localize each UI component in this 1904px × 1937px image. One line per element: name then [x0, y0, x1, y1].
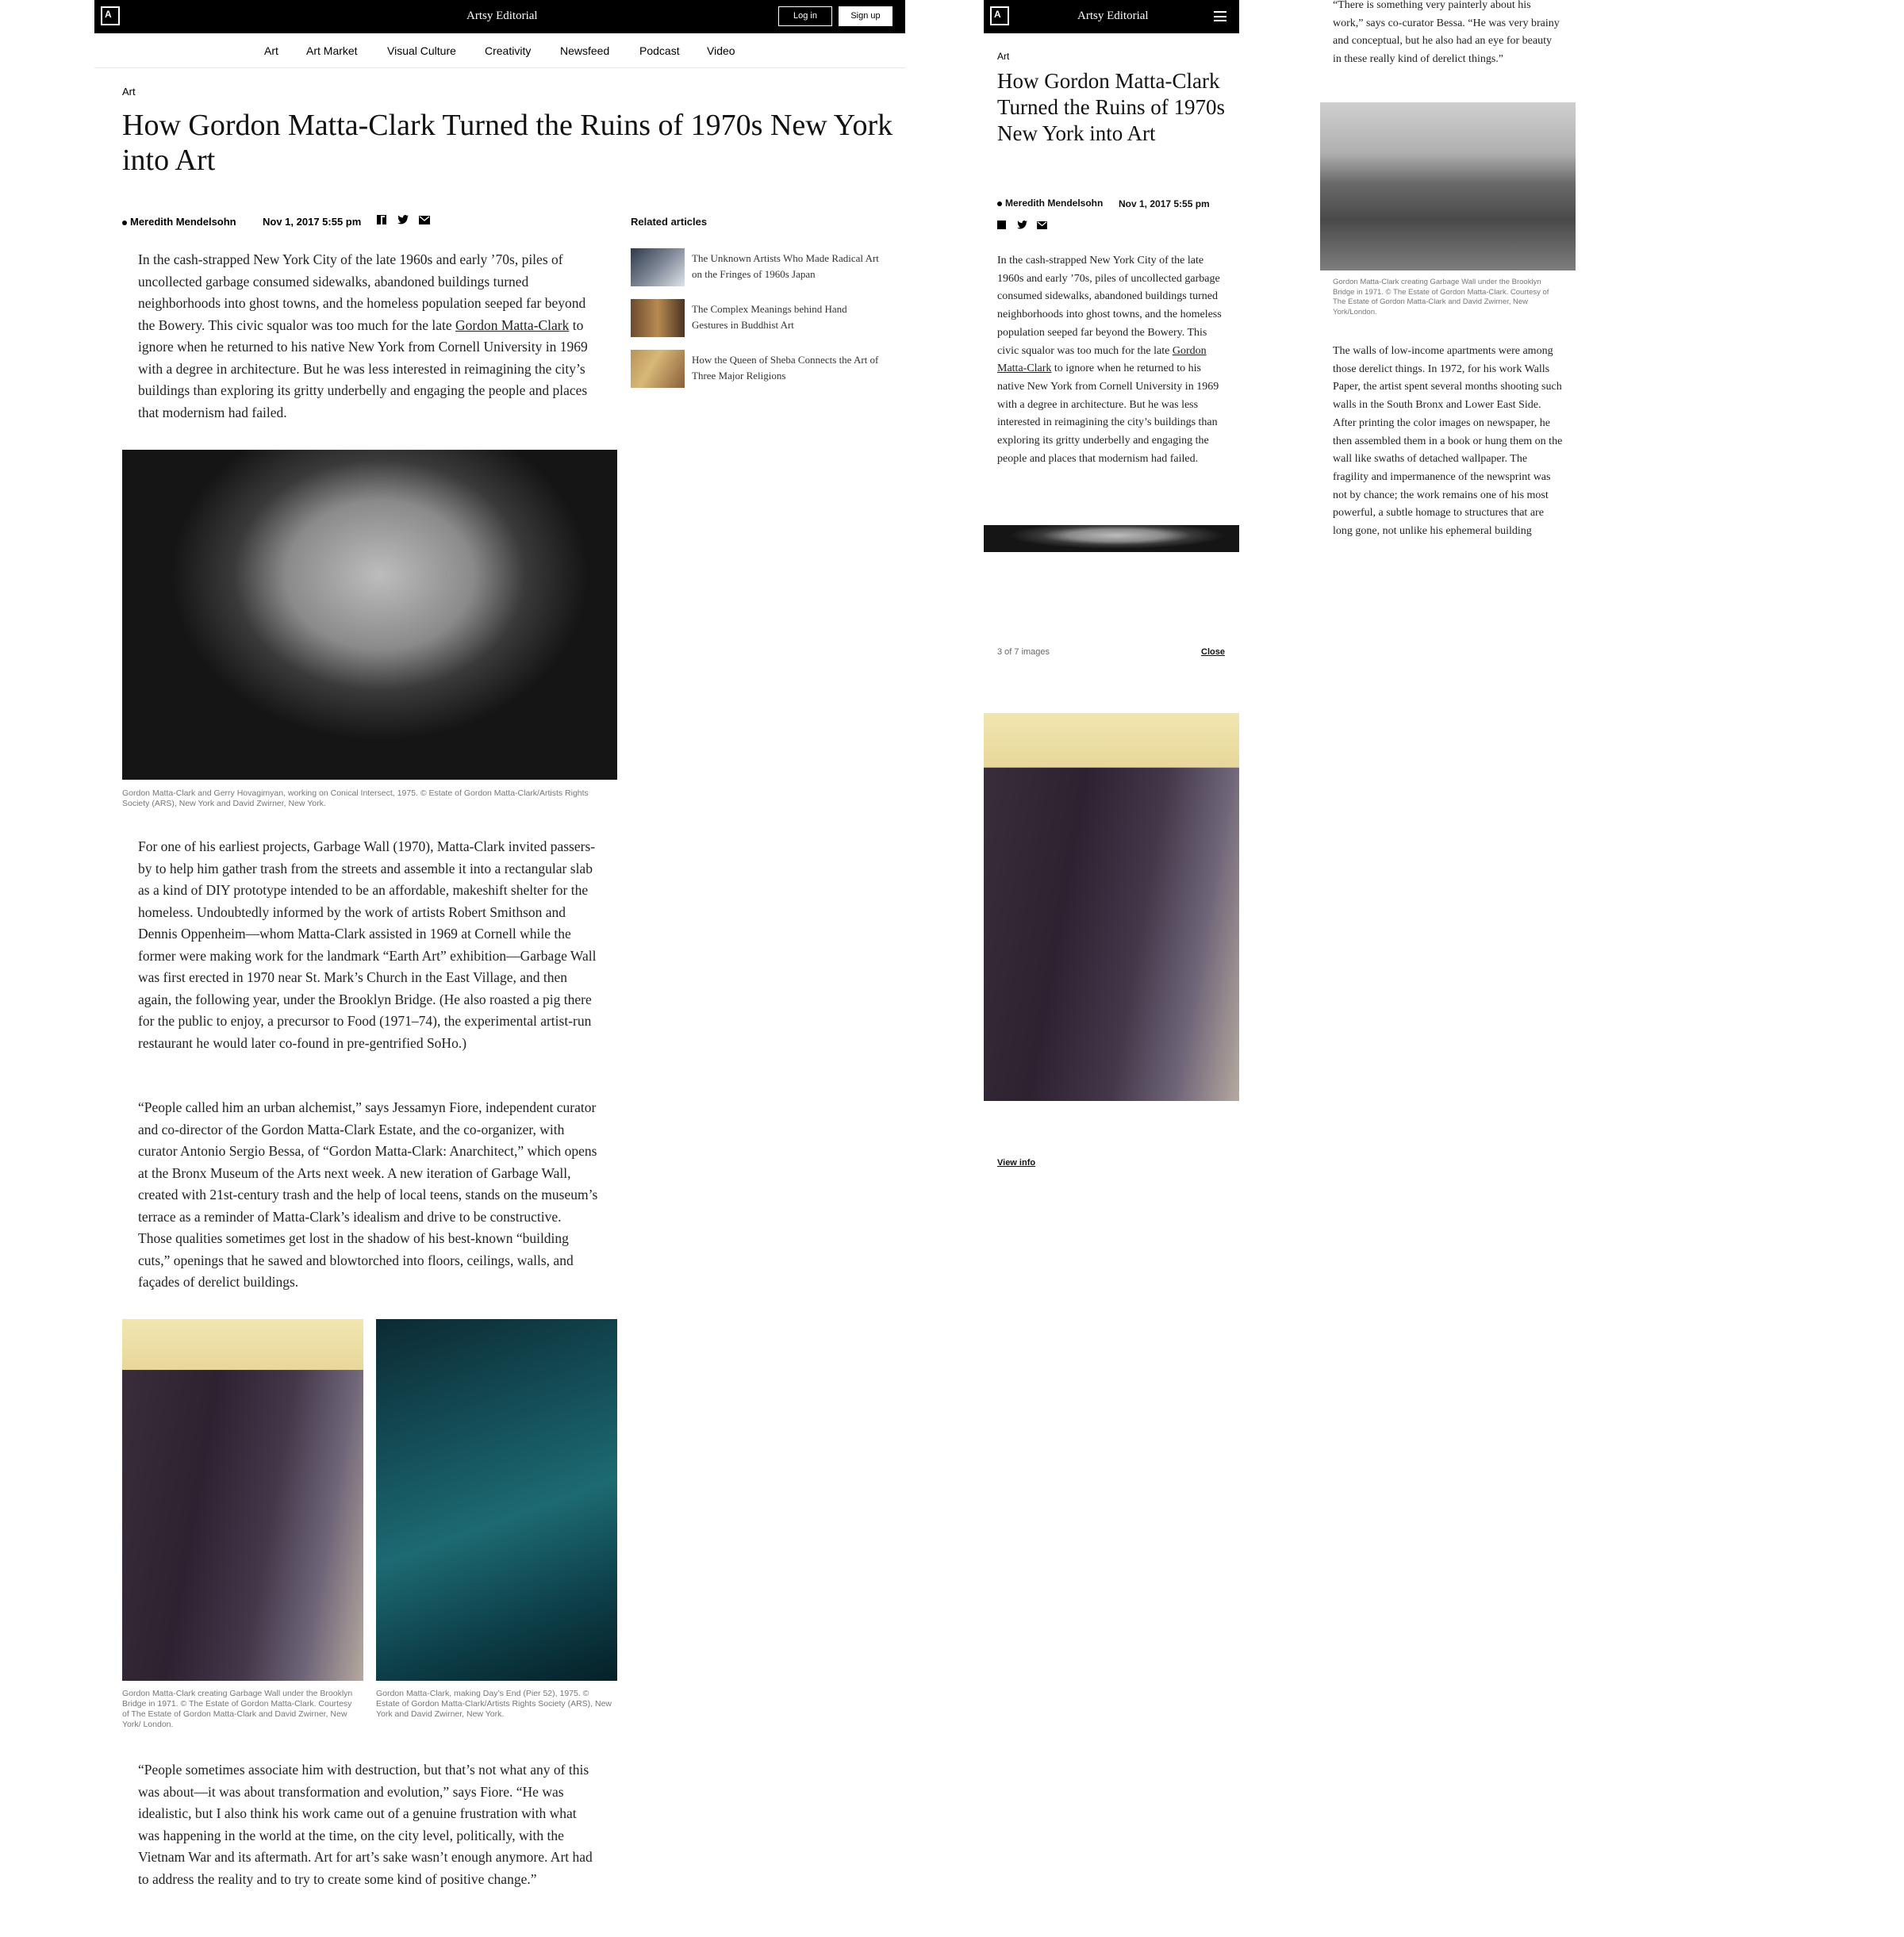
artsy-logo[interactable]: A: [101, 6, 120, 25]
paragraph-1: In the cash-strapped New York City of th…: [138, 251, 588, 420]
related-title: The Unknown Artists Who Made Radical Art…: [692, 252, 879, 280]
publish-date: Nov 1, 2017 5:55 pm: [1119, 198, 1210, 209]
mobile-paragraph-walls: The walls of low-income apartments were …: [1333, 345, 1563, 538]
hamburger-menu-icon[interactable]: [1214, 11, 1226, 21]
nav-creativity[interactable]: Creativity: [485, 44, 531, 57]
nav-newsfeed[interactable]: Newsfeed: [560, 44, 609, 57]
mobile-view: A Artsy Editorial Art How Gordon Matta-C…: [984, 0, 1239, 1190]
share-icons: [377, 214, 430, 227]
conical-intersect-image[interactable]: [122, 450, 617, 780]
related-thumb: [631, 299, 685, 337]
facebook-icon[interactable]: [377, 215, 386, 224]
related-thumb: [631, 248, 685, 286]
mobile-view-continued: “There is something very painterly about…: [1315, 0, 1576, 555]
related-title: The Complex Meanings behind Hand Gesture…: [692, 303, 847, 331]
conical-intersect-image-cropped[interactable]: [984, 525, 1239, 552]
brand-title[interactable]: Artsy Editorial: [1077, 10, 1149, 23]
image-caption-3: Gordon Matta-Clark, making Day’s End (Pi…: [376, 1689, 612, 1719]
related-title: How the Queen of Sheba Connects the Art …: [692, 354, 879, 382]
image-caption-2: Gordon Matta-Clark creating Garbage Wall…: [122, 1689, 353, 1729]
facebook-icon[interactable]: [997, 221, 1006, 229]
author-dot-icon: [122, 220, 127, 225]
mobile-paragraph-1: In the cash-strapped New York City of th…: [997, 255, 1222, 465]
related-article-2[interactable]: The Complex Meanings behind Hand Gesture…: [631, 299, 885, 340]
related-article-3[interactable]: How the Queen of Sheba Connects the Art …: [631, 350, 885, 391]
article-kicker[interactable]: Art: [122, 86, 136, 98]
gallery-garbage-wall-image[interactable]: [984, 713, 1239, 1101]
paragraph-4: “People sometimes associate him with des…: [138, 1762, 593, 1887]
desktop-view: A Artsy Editorial Log in Sign up Art Art…: [94, 0, 905, 1937]
article-kicker[interactable]: Art: [997, 51, 1009, 62]
gallery-counter: 3 of 7 images: [997, 647, 1050, 657]
view-info-button[interactable]: View info: [997, 1158, 1035, 1168]
nav-video[interactable]: Video: [707, 44, 735, 57]
nav-podcast[interactable]: Podcast: [639, 44, 680, 57]
publish-date: Nov 1, 2017 5:55 pm: [263, 216, 362, 228]
artist-link[interactable]: Gordon Matta-Clark: [455, 317, 569, 333]
top-bar: A Artsy Editorial Log in Sign up: [94, 0, 905, 33]
article-title: How Gordon Matta-Clark Turned the Ruins …: [122, 109, 893, 177]
image-caption-1: Gordon Matta-Clark and Gerry Hovagimyan,…: [122, 788, 589, 808]
mobile-image-caption: Gordon Matta-Clark creating Garbage Wall…: [1333, 278, 1549, 316]
email-icon[interactable]: [418, 214, 430, 227]
share-icons: [997, 219, 1047, 233]
garbage-wall-image[interactable]: [122, 1319, 363, 1681]
days-end-image[interactable]: [376, 1319, 617, 1681]
email-icon[interactable]: [1037, 219, 1047, 233]
related-thumb: [631, 350, 685, 388]
section-nav: Art Art Market Visual Culture Creativity…: [94, 33, 905, 68]
mobile-quote-bessa: “There is something very painterly about…: [1333, 0, 1560, 66]
nav-art[interactable]: Art: [264, 44, 278, 57]
mobile-article-title: How Gordon Matta-Clark Turned the Ruins …: [997, 69, 1226, 145]
login-button[interactable]: Log in: [778, 6, 832, 26]
garbage-wall-bw-image[interactable]: [1320, 102, 1576, 270]
related-articles-heading: Related articles: [631, 216, 708, 228]
author-name: Meredith Mendelsohn: [1005, 198, 1104, 209]
twitter-icon[interactable]: [397, 214, 409, 227]
twitter-icon[interactable]: [1017, 219, 1027, 233]
author-byline[interactable]: Meredith Mendelsohn: [997, 198, 1103, 209]
mobile-top-bar: A Artsy Editorial: [984, 0, 1239, 33]
nav-art-market[interactable]: Art Market: [306, 44, 358, 57]
logo-letter: A: [105, 9, 112, 20]
logo-letter: A: [994, 9, 1001, 20]
author-name: Meredith Mendelsohn: [130, 216, 236, 228]
gallery-close-button[interactable]: Close: [1201, 647, 1225, 657]
paragraph-3: “People called him an urban alchemist,” …: [138, 1099, 598, 1290]
artsy-logo[interactable]: A: [990, 6, 1009, 25]
author-dot-icon: [997, 201, 1002, 206]
signup-button[interactable]: Sign up: [839, 6, 892, 26]
related-article-1[interactable]: The Unknown Artists Who Made Radical Art…: [631, 248, 885, 290]
nav-visual-culture[interactable]: Visual Culture: [387, 44, 456, 57]
author-byline[interactable]: Meredith Mendelsohn: [122, 216, 236, 228]
brand-title[interactable]: Artsy Editorial: [466, 10, 538, 23]
paragraph-2: For one of his earliest projects, Garbag…: [138, 838, 597, 1051]
